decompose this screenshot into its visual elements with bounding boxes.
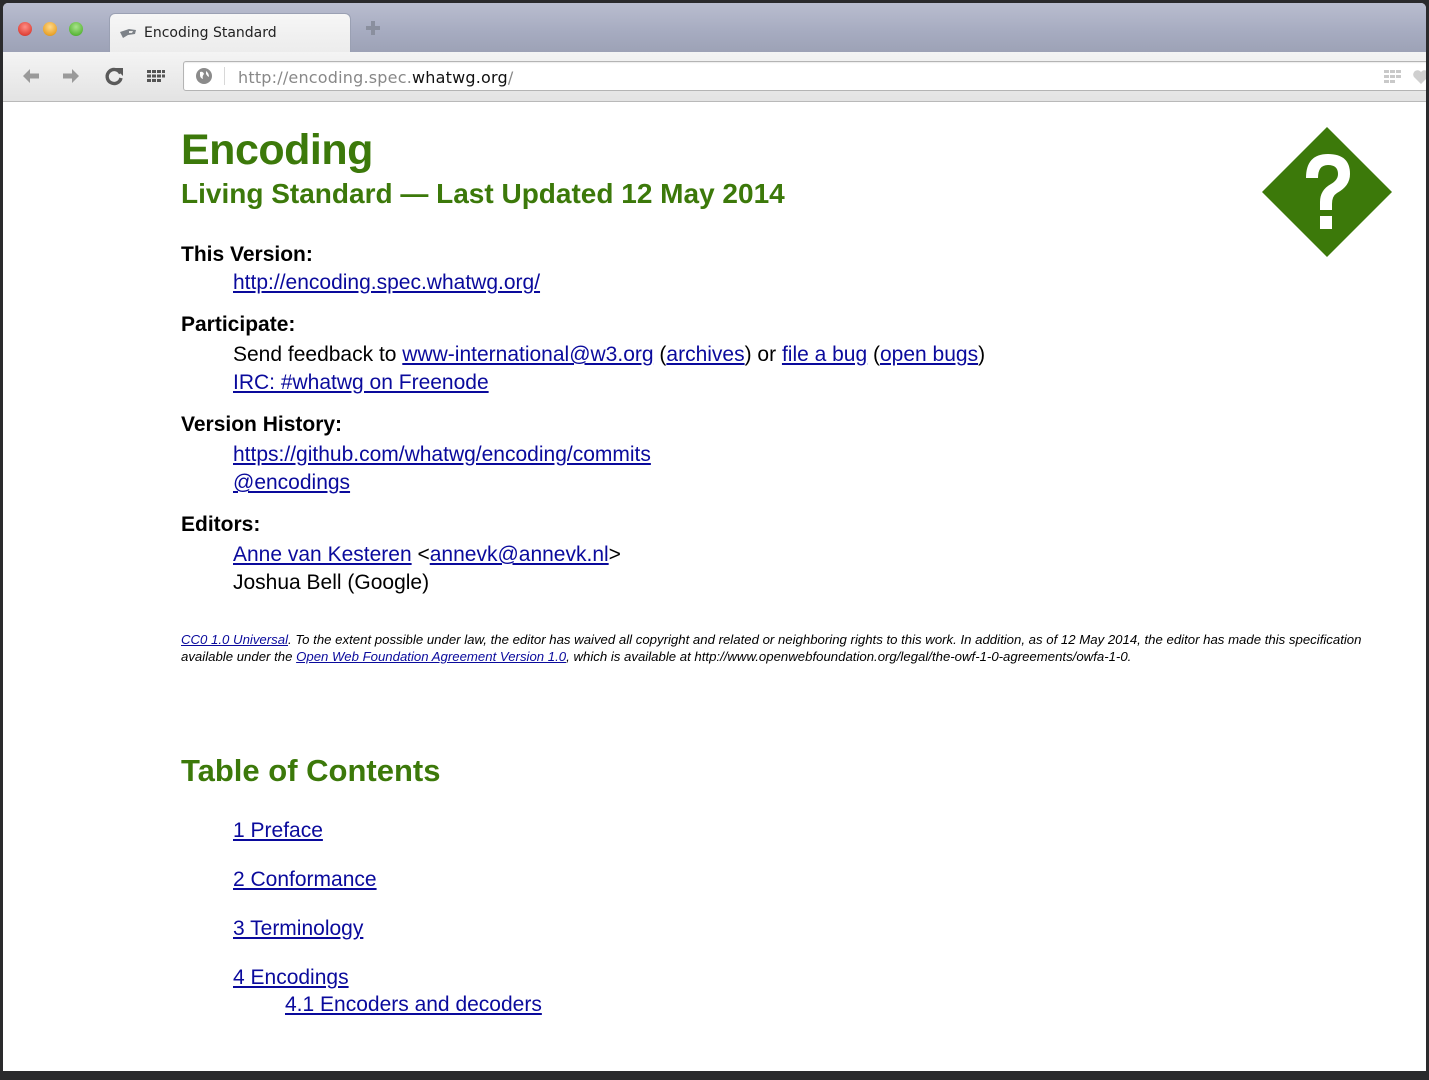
window-zoom-button[interactable]: [69, 22, 83, 36]
copyright-text: , which is available at http://www.openw…: [566, 649, 1132, 664]
browser-toolbar: http://encoding.spec.whatwg.org/: [3, 52, 1426, 102]
tab-strip: Encoding Standard: [3, 3, 1426, 53]
open-bugs-link[interactable]: open bugs: [880, 343, 978, 366]
mailing-list-link[interactable]: www-international@w3.org: [402, 343, 653, 366]
cc0-license-link[interactable]: CC0 1.0 Universal: [181, 632, 288, 647]
globe-icon[interactable]: [195, 67, 213, 85]
participate-text: (: [653, 343, 667, 366]
reload-icon: [105, 67, 123, 86]
table-of-contents: 1 Preface 2 Conformance 3 Terminology 4 …: [233, 817, 542, 1040]
reload-button[interactable]: [102, 64, 126, 88]
owf-agreement-link[interactable]: Open Web Foundation Agreement Version 1.…: [296, 649, 566, 664]
participate-label: Participate:: [181, 313, 296, 336]
spec-metadata: This Version: http://encoding.spec.whatw…: [181, 242, 1401, 597]
url-text[interactable]: http://encoding.spec.whatwg.org/: [238, 68, 513, 87]
this-version-label: This Version:: [181, 243, 313, 266]
irc-value: IRC: #whatwg on Freenode: [233, 369, 1401, 397]
url-host: whatwg.org: [412, 68, 508, 87]
participate-value: Send feedback to www-international@w3.or…: [233, 341, 1401, 369]
toc-link-terminology[interactable]: 3 Terminology: [233, 917, 363, 940]
toc-link-preface[interactable]: 1 Preface: [233, 819, 323, 842]
toc-item: 3 Terminology: [233, 915, 542, 942]
address-bar[interactable]: http://encoding.spec.whatwg.org/: [183, 61, 1426, 91]
toc-item: 1 Preface: [233, 817, 542, 844]
new-tab-plus-icon[interactable]: [365, 20, 381, 36]
toc-sublist: 4.1 Encoders and decoders: [233, 991, 542, 1018]
editors-label: Editors:: [181, 513, 261, 536]
file-bug-link[interactable]: file a bug: [782, 343, 867, 366]
tab-encoding-standard[interactable]: Encoding Standard: [109, 13, 351, 53]
toc-link-encodings[interactable]: 4 Encodings: [233, 966, 349, 989]
editor-1-email-link[interactable]: annevk@annevk.nl: [430, 543, 609, 566]
toc-link-conformance[interactable]: 2 Conformance: [233, 868, 377, 891]
participate-text: ): [978, 343, 986, 366]
page-content: Encoding Living Standard — Last Updated …: [3, 102, 1426, 1071]
arrow-right-icon: [63, 69, 79, 83]
editor-1-text: >: [608, 543, 621, 566]
apps-button[interactable]: [144, 64, 168, 88]
participate-text: ) or: [744, 343, 782, 366]
copyright-notice: CC0 1.0 Universal. To the extent possibl…: [181, 631, 1396, 665]
bookmark-heart-icon[interactable]: [1412, 68, 1426, 86]
this-version-link[interactable]: http://encoding.spec.whatwg.org/: [233, 271, 540, 294]
version-history-label: Version History:: [181, 413, 343, 436]
archives-link[interactable]: archives: [666, 343, 744, 366]
address-bar-divider: [224, 67, 225, 85]
participate-text: Send feedback to: [233, 343, 403, 366]
toc-subitem: 4.1 Encoders and decoders: [285, 991, 542, 1018]
window-close-button[interactable]: [18, 22, 32, 36]
url-path: /: [507, 68, 514, 87]
editor-1-text: <: [411, 543, 430, 566]
page-title: Encoding: [181, 126, 373, 174]
toc-heading: Table of Contents: [181, 753, 441, 788]
editor-2: Joshua Bell (Google): [233, 571, 430, 594]
arrow-left-icon: [23, 69, 39, 83]
back-button[interactable]: [19, 64, 43, 88]
apps-grid-icon: [147, 70, 165, 82]
editor-1-name-link[interactable]: Anne van Kesteren: [233, 543, 412, 566]
question-diamond-icon[interactable]: [1261, 126, 1393, 258]
irc-link[interactable]: IRC: #whatwg on Freenode: [233, 371, 489, 394]
toc-link-encoders-and-decoders[interactable]: 4.1 Encoders and decoders: [285, 993, 542, 1016]
twitter-value: @encodings: [233, 469, 1401, 497]
participate-text: (: [867, 343, 880, 366]
url-subdomain: encoding.spec.: [288, 68, 412, 87]
twitter-link[interactable]: @encodings: [233, 471, 350, 494]
url-scheme: http://: [238, 68, 289, 87]
forward-button[interactable]: [59, 64, 83, 88]
toc-item: 2 Conformance: [233, 866, 542, 893]
whatwg-favicon-icon: [120, 29, 136, 38]
version-history-value: https://github.com/whatwg/encoding/commi…: [233, 441, 1401, 469]
editor-1: Anne van Kesteren <annevk@annevk.nl>: [233, 541, 1401, 569]
browser-window: Encoding Standard http://encoding.spec.w…: [3, 3, 1426, 1071]
page-subtitle: Living Standard — Last Updated 12 May 20…: [181, 178, 785, 209]
toc-item: 4 Encodings 4.1 Encoders and decoders: [233, 964, 542, 1018]
tab-title: Encoding Standard: [144, 25, 277, 41]
this-version-value: http://encoding.spec.whatwg.org/: [233, 269, 1401, 297]
window-minimize-button[interactable]: [43, 22, 57, 36]
commits-link[interactable]: https://github.com/whatwg/encoding/commi…: [233, 443, 651, 466]
page-actions-grid-icon[interactable]: [1384, 70, 1402, 84]
